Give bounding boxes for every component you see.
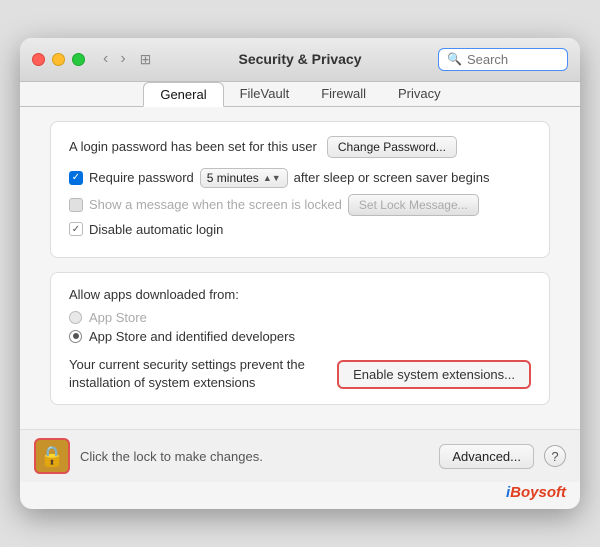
app-store-label: App Store xyxy=(89,310,147,325)
app-store-identified-label: App Store and identified developers xyxy=(89,329,295,344)
tab-firewall[interactable]: Firewall xyxy=(305,82,382,106)
tabs-bar: General FileVault Firewall Privacy xyxy=(20,82,580,107)
lock-icon-box[interactable]: 🔒 xyxy=(34,438,70,474)
tab-general[interactable]: General xyxy=(143,82,223,107)
show-message-label: Show a message when the screen is locked xyxy=(89,197,342,212)
allow-apps-label: Allow apps downloaded from: xyxy=(69,287,531,302)
app-store-identified-radio-row: App Store and identified developers xyxy=(69,329,531,344)
nav-buttons: ‹ › xyxy=(99,49,130,69)
dropdown-arrow-icon: ▲▼ xyxy=(263,173,281,183)
tabs-inner: General FileVault Firewall Privacy xyxy=(143,82,456,106)
disable-autologin-row: ✓ Disable automatic login xyxy=(69,222,531,237)
forward-button[interactable]: › xyxy=(116,49,129,69)
content-area: A login password has been set for this u… xyxy=(20,107,580,429)
require-password-checkbox[interactable] xyxy=(69,171,83,185)
disable-autologin-checkbox[interactable]: ✓ xyxy=(69,222,83,236)
search-icon: 🔍 xyxy=(447,52,462,66)
bottom-bar: 🔒 Click the lock to make changes. Advanc… xyxy=(20,429,580,482)
titlebar: ‹ › ⊞ Security & Privacy 🔍 xyxy=(20,38,580,82)
login-section: A login password has been set for this u… xyxy=(50,121,550,258)
set-lock-message-button[interactable]: Set Lock Message... xyxy=(348,194,479,216)
show-message-checkbox[interactable] xyxy=(69,198,83,212)
after-label: after sleep or screen saver begins xyxy=(294,170,490,185)
brand: iBoysoft xyxy=(20,482,580,509)
enable-extensions-button[interactable]: Enable system extensions... xyxy=(337,360,531,389)
password-interval-dropdown[interactable]: 5 minutes ▲▼ xyxy=(200,168,288,188)
back-button[interactable]: ‹ xyxy=(99,49,112,69)
zoom-button[interactable] xyxy=(72,53,85,66)
lock-text: Click the lock to make changes. xyxy=(80,449,429,464)
tab-privacy[interactable]: Privacy xyxy=(382,82,457,106)
extensions-text: Your current security settings prevent t… xyxy=(69,356,309,392)
login-row: A login password has been set for this u… xyxy=(69,136,531,158)
disable-autologin-label: Disable automatic login xyxy=(89,222,223,237)
app-store-radio[interactable] xyxy=(69,311,82,324)
require-password-label: Require password xyxy=(89,170,194,185)
app-store-identified-radio[interactable] xyxy=(69,330,82,343)
lock-icon: 🔒 xyxy=(40,444,65,469)
search-input[interactable] xyxy=(467,52,559,67)
apps-section: Allow apps downloaded from: App Store Ap… xyxy=(50,272,550,405)
change-password-button[interactable]: Change Password... xyxy=(327,136,457,158)
show-message-row: Show a message when the screen is locked… xyxy=(69,194,531,216)
window-title: Security & Privacy xyxy=(239,51,362,67)
search-box[interactable]: 🔍 xyxy=(438,48,568,71)
app-store-radio-row: App Store xyxy=(69,310,531,325)
help-button[interactable]: ? xyxy=(544,445,566,467)
main-window: ‹ › ⊞ Security & Privacy 🔍 General FileV… xyxy=(20,38,580,509)
tab-filevault[interactable]: FileVault xyxy=(224,82,306,106)
advanced-button[interactable]: Advanced... xyxy=(439,444,534,469)
brand-rest: Boysoft xyxy=(510,484,566,501)
traffic-lights xyxy=(32,53,85,66)
close-button[interactable] xyxy=(32,53,45,66)
login-text: A login password has been set for this u… xyxy=(69,139,317,154)
interval-value: 5 minutes xyxy=(207,171,259,185)
grid-icon: ⊞ xyxy=(140,51,152,68)
minimize-button[interactable] xyxy=(52,53,65,66)
require-password-row: Require password 5 minutes ▲▼ after slee… xyxy=(69,168,531,188)
extensions-row: Your current security settings prevent t… xyxy=(69,356,531,392)
